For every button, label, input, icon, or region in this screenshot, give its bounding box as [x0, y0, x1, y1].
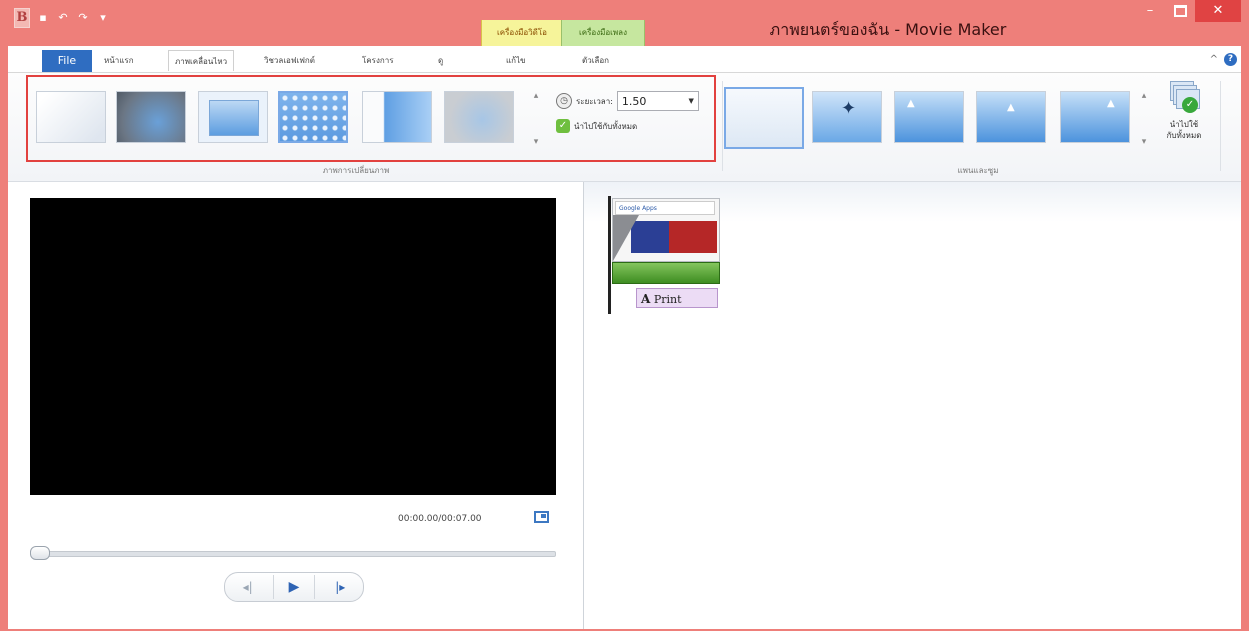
fullscreen-icon[interactable]	[534, 511, 549, 523]
seek-thumb[interactable]	[30, 546, 50, 560]
time-readout: 00:00.00/00:07.00	[398, 514, 482, 524]
thumbnail-shape	[613, 215, 639, 261]
scroll-down-icon[interactable]: ▾	[1142, 137, 1147, 147]
apply-to-all-transitions-button[interactable]: ✓ นำไปใช้กับทั้งหมด	[556, 119, 637, 133]
chevron-down-icon: ▼	[688, 97, 694, 105]
ribbon-separator	[1220, 81, 1221, 171]
close-button[interactable]: ✕	[1195, 0, 1241, 22]
transition-slide[interactable]	[198, 91, 268, 143]
storyboard-clip[interactable]: Google Apps A Print	[608, 196, 720, 314]
apply-all-icon: ✓	[556, 119, 570, 133]
transition-fade[interactable]	[116, 91, 186, 143]
check-icon: ✓	[1182, 97, 1198, 113]
panzoom-gallery-scroll[interactable]: ▴ ▾	[1138, 91, 1150, 147]
window-title: ภาพยนตร์ของฉัน - Movie Maker	[769, 20, 1007, 39]
movie-maker-window: B ▪ ↶ ↷ ▾ เครื่องมือวิดีโอ เครื่องมือเพล…	[0, 0, 1249, 631]
apply-all-label: นำไปใช้กับทั้งหมด	[574, 121, 638, 131]
arrow-up-icon: ▲	[907, 98, 915, 109]
music-tools-label: เครื่องมือเพลง	[579, 28, 627, 37]
apply-label-line1: นำไปใช้	[1169, 120, 1199, 129]
tab-options[interactable]: ตัวเลือก	[582, 54, 609, 67]
magic-wand-icon: ✦	[841, 98, 857, 119]
ribbon-tab-row: File หน้าแรก ภาพเคลื่อนไหว วิชวลเอฟเฟกต์…	[8, 46, 1241, 73]
tab-project[interactable]: โครงการ	[362, 54, 393, 67]
duration-select[interactable]: 1.50 ▼	[616, 91, 699, 111]
undo-icon[interactable]: ↶	[56, 11, 70, 25]
video-tools-label: เครื่องมือวิดีโอ	[497, 28, 547, 37]
tab-visual-effects[interactable]: วิชวลเอฟเฟกต์	[264, 54, 315, 67]
slide-preview-shape	[209, 100, 259, 136]
preview-pane: 00:00.00/00:07.00 ◂| ▶ |▸	[8, 182, 584, 629]
apply-label-line2: กับทั้งหมด	[1166, 131, 1202, 140]
clip-banner-text: Google Apps	[615, 201, 715, 215]
transition-flip[interactable]	[362, 91, 432, 143]
scroll-down-icon[interactable]: ▾	[534, 137, 539, 147]
previous-frame-button[interactable]: ◂|	[228, 575, 268, 599]
title-bar: B ▪ ↶ ↷ ▾ เครื่องมือวิดีโอ เครื่องมือเพล…	[8, 0, 1241, 46]
panzoom-automatic[interactable]: ✦	[812, 91, 882, 143]
scroll-up-icon[interactable]: ▴	[1142, 91, 1147, 101]
redo-icon[interactable]: ↷	[76, 11, 90, 25]
next-frame-button[interactable]: |▸	[320, 575, 360, 599]
storyboard-pane[interactable]: Google Apps A Print	[584, 182, 1241, 629]
duration-value: 1.50	[621, 94, 647, 108]
play-button[interactable]: ▶	[272, 575, 315, 599]
file-tab[interactable]: File	[42, 50, 92, 72]
clock-icon: ◷	[556, 93, 572, 109]
video-preview[interactable]	[30, 198, 556, 495]
caption-text: Print	[653, 293, 682, 306]
transition-none[interactable]	[36, 91, 106, 143]
caption-item[interactable]: A Print	[636, 288, 718, 308]
contextual-tab-video-tools: เครื่องมือวิดีโอ	[481, 20, 562, 46]
apply-all-pages-icon: ✓	[1168, 81, 1200, 115]
transition-dissolve[interactable]	[278, 91, 348, 143]
tab-home[interactable]: หน้าแรก	[104, 54, 134, 67]
help-icon[interactable]: ?	[1224, 53, 1237, 66]
ribbon-help-area: ^ ?	[1210, 53, 1237, 66]
minimize-button[interactable]: –	[1135, 0, 1165, 22]
maximize-icon	[1173, 4, 1187, 17]
text-icon: A	[641, 292, 651, 306]
ribbon-separator	[722, 81, 723, 171]
tab-view[interactable]: ดู	[438, 54, 443, 67]
ribbon: ▴ ▾ ◷ ระยะเวลา: 1.50 ▼ ✓ นำไปใช้กับทั้งห…	[8, 73, 1241, 182]
audio-track[interactable]	[612, 262, 720, 284]
workarea: 00:00.00/00:07.00 ◂| ▶ |▸ Google Apps A …	[8, 182, 1241, 629]
panzoom-pan-up[interactable]: ▲	[894, 91, 964, 143]
app-icon[interactable]: B	[14, 8, 30, 28]
tab-edit[interactable]: แก้ไข	[506, 54, 526, 67]
arrow-up-icon: ▲	[1007, 102, 1015, 113]
duration-label: ระยะเวลา:	[576, 96, 613, 106]
clip-thumbnail[interactable]: Google Apps	[612, 198, 720, 262]
duration-row: ◷ ระยะเวลา: 1.50 ▼	[556, 91, 699, 111]
quick-access-toolbar: B ▪ ↶ ↷ ▾	[14, 8, 110, 28]
save-icon[interactable]: ▪	[36, 11, 50, 25]
playback-controls: ◂| ▶ |▸	[224, 572, 364, 602]
panzoom-apply-all-button[interactable]: ✓ นำไปใช้ กับทั้งหมด	[1160, 81, 1208, 161]
tab-animations[interactable]: ภาพเคลื่อนไหว	[168, 50, 235, 71]
collapse-ribbon-icon[interactable]: ^	[1210, 54, 1218, 65]
panzoom-group-label: แพนและซูม	[957, 166, 999, 175]
transitions-group-label: ภาพการเปลี่ยนภาพ	[322, 166, 390, 175]
scroll-up-icon[interactable]: ▴	[534, 91, 539, 101]
panzoom-none[interactable]	[724, 87, 804, 149]
seek-bar[interactable]	[34, 551, 556, 557]
panzoom-pan-up-right[interactable]: ▲	[1060, 91, 1130, 143]
maximize-button[interactable]	[1165, 0, 1195, 22]
thumbnail-shape	[669, 221, 717, 253]
transition-marker[interactable]	[608, 196, 611, 314]
transitions-gallery-scroll[interactable]: ▴ ▾	[530, 91, 542, 147]
contextual-tab-music-tools: เครื่องมือเพลง	[561, 20, 645, 46]
customize-qat-icon[interactable]: ▾	[96, 11, 110, 25]
arrow-up-icon: ▲	[1107, 98, 1115, 109]
panzoom-pan-up-center[interactable]: ▲	[976, 91, 1046, 143]
panzoom-apply-all-label: นำไปใช้ กับทั้งหมด	[1167, 119, 1202, 141]
transition-blur[interactable]	[444, 91, 514, 143]
window-controls: – ✕	[1135, 0, 1241, 22]
